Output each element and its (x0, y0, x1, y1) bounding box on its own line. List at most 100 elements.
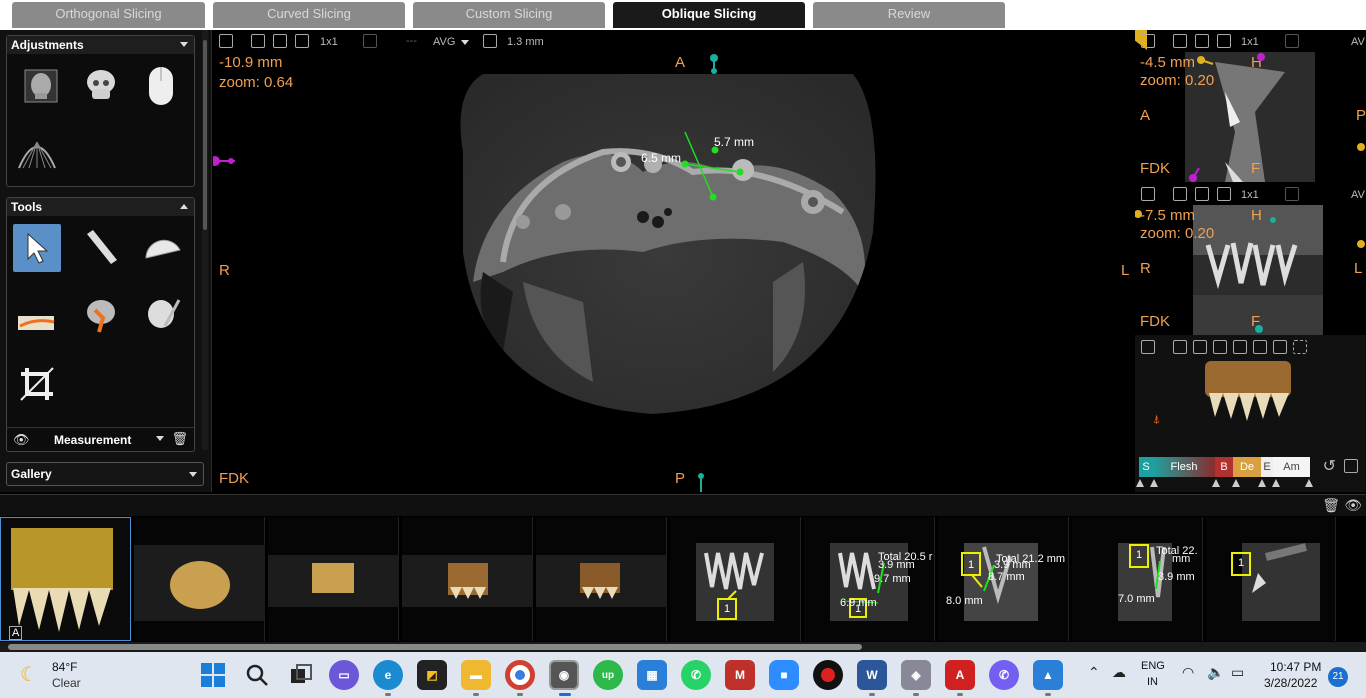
gallery-thumb[interactable] (402, 517, 533, 641)
eye-icon[interactable]: 👁 (13, 432, 30, 448)
gallery-thumb[interactable]: Total 21.2 mm 3.9 mm 8.7 mm 8.0 mm 1 (938, 517, 1069, 641)
region-label[interactable]: IN (1147, 676, 1158, 688)
word-icon[interactable]: W (857, 660, 887, 690)
dental-app-icon[interactable]: ◉ (549, 660, 579, 690)
clock-date[interactable]: 3/28/2022 (1264, 676, 1317, 690)
transfer-function-bar[interactable]: S Flesh B De E Am (1139, 457, 1310, 477)
chrome-icon[interactable] (505, 660, 535, 690)
gallery-scrollbar[interactable] (0, 642, 1366, 652)
airway-tool-icon[interactable] (77, 292, 125, 340)
angle-tool-icon[interactable] (139, 224, 187, 272)
view-select-icon[interactable] (1293, 340, 1307, 354)
store-icon[interactable]: ▦ (637, 660, 667, 690)
mendeley-icon[interactable]: M (725, 660, 755, 690)
upwork-icon[interactable]: up (593, 660, 623, 690)
view-back-icon[interactable] (1233, 340, 1247, 354)
gallery-thumb[interactable]: Total 22. mm 3.9 mm 7.0 mm 1 (1072, 517, 1203, 641)
gallery-thumb[interactable]: Total 20.5 r 3.9 mm 9.7 mm 6.9 mm 1 (804, 517, 935, 641)
left-panel-scrollbar[interactable] (202, 30, 208, 450)
gallery-thumb[interactable]: 1 (670, 517, 801, 641)
adjustments-header[interactable]: Adjustments (7, 36, 194, 54)
zoom-app-icon[interactable]: ■ (769, 660, 799, 690)
tab-review[interactable]: Review (813, 2, 1005, 28)
windows-start-icon[interactable] (198, 660, 228, 690)
dental-arch-icon[interactable] (13, 128, 61, 176)
gallery-dropdown[interactable]: Gallery (6, 462, 204, 486)
tf-enamel[interactable]: E (1261, 457, 1273, 477)
weather-temp[interactable]: 84°F (52, 660, 77, 674)
measurement-label-2[interactable]: 5.7 mm (714, 135, 754, 149)
wifi-icon[interactable]: ◠ (1182, 664, 1194, 681)
chat-icon[interactable]: ▭ (329, 660, 359, 690)
measurement-label[interactable]: Measurement (54, 433, 131, 447)
weather-desc[interactable]: Clear (52, 676, 81, 690)
tf-handles[interactable] (1135, 477, 1315, 489)
sagittal-view[interactable]: 1x1 AV -4.5 mm zoom: 0.20 A P H F FDK (1135, 30, 1366, 183)
gallery-thumb[interactable] (536, 517, 667, 641)
save-preset-icon[interactable] (1344, 459, 1358, 473)
volume-icon[interactable]: 🔈 (1207, 664, 1224, 681)
reset-icon[interactable]: ↺ (1323, 456, 1336, 476)
view-front-icon[interactable] (1213, 340, 1227, 354)
measurement-3: 8.0 mm (946, 595, 983, 607)
mouse-icon[interactable] (137, 62, 185, 110)
adjustments-panel: Adjustments (6, 35, 195, 187)
save-icon[interactable] (1141, 340, 1155, 354)
moon-weather-icon[interactable]: ☾ (20, 662, 38, 687)
main-view[interactable]: 1x1 --- AVG 1.3 mm -10.9 mm zoom: 0.64 A… (213, 30, 1133, 492)
language-label[interactable]: ENG (1141, 660, 1165, 672)
whatsapp-icon[interactable]: ✆ (681, 660, 711, 690)
measurement-2: 8.7 mm (988, 571, 1025, 583)
file-explorer-icon[interactable]: ▬ (461, 660, 491, 690)
battery-icon[interactable]: ▭ (1231, 664, 1244, 681)
implant-tool-icon[interactable] (139, 292, 187, 340)
ruler-tool-icon[interactable] (77, 224, 125, 272)
acrobat-icon[interactable]: A (945, 660, 975, 690)
adjustments-title: Adjustments (11, 38, 84, 52)
onedrive-icon[interactable]: ☁ (1112, 664, 1126, 681)
measurement-1: 3.9 mm (878, 559, 915, 571)
eye-icon[interactable]: 👁 (1344, 497, 1362, 514)
tab-orthogonal-slicing[interactable]: Orthogonal Slicing (12, 2, 205, 28)
tf-flesh[interactable]: Flesh (1153, 457, 1215, 477)
chevron-up-icon[interactable]: ⌃ (1088, 664, 1100, 681)
clock-time[interactable]: 10:47 PM (1270, 660, 1321, 674)
skull-2d-adjust-icon[interactable] (17, 62, 65, 110)
nerve-canal-tool-icon[interactable] (13, 292, 61, 340)
gallery-thumb[interactable] (268, 517, 399, 641)
tf-skin[interactable]: S (1139, 457, 1153, 477)
view-right-icon[interactable] (1273, 340, 1287, 354)
gallery-thumb[interactable] (134, 517, 265, 641)
tab-curved-slicing[interactable]: Curved Slicing (213, 2, 405, 28)
photos-icon[interactable]: ▲ (1033, 660, 1063, 690)
measurement-label-1[interactable]: 6.5 mm (641, 151, 681, 165)
gallery-thumb[interactable]: 1 (1206, 517, 1336, 641)
gallery-thumb[interactable]: A (0, 517, 131, 641)
edge-icon[interactable]: e (373, 660, 403, 690)
tf-amalgam[interactable]: Am (1273, 457, 1310, 477)
tf-bone[interactable]: B (1215, 457, 1233, 477)
chevron-down-icon[interactable] (156, 436, 164, 441)
pointer-tool-icon[interactable] (13, 224, 61, 272)
sticky-notes-icon[interactable]: ◩ (417, 660, 447, 690)
fullscreen-icon[interactable] (1173, 340, 1187, 354)
view-left-icon[interactable] (1253, 340, 1267, 354)
dental-app-2-icon[interactable]: ◈ (901, 660, 931, 690)
task-view-icon[interactable] (286, 660, 316, 690)
trash-icon[interactable]: 🗑 (171, 431, 188, 447)
tab-oblique-slicing[interactable]: Oblique Slicing (613, 2, 805, 28)
notification-badge[interactable]: 21 (1328, 667, 1348, 687)
search-icon[interactable] (242, 660, 272, 690)
record-icon[interactable] (813, 660, 843, 690)
coronal-view[interactable]: 1x1 AV -7.5 mm zoom: 0.20 R L H F FDK (1135, 183, 1366, 335)
skull-3d-adjust-icon[interactable] (77, 62, 125, 110)
trash-icon[interactable]: 🗑 (1322, 497, 1340, 514)
screenshot-icon[interactable] (1193, 340, 1207, 354)
tf-dentin[interactable]: De (1233, 457, 1261, 477)
thumb-box-label: 1 (968, 559, 975, 571)
tab-custom-slicing[interactable]: Custom Slicing (413, 2, 605, 28)
crop-tool-icon[interactable] (13, 360, 61, 408)
tools-header[interactable]: Tools (7, 198, 194, 216)
viber-icon[interactable]: ✆ (989, 660, 1019, 690)
marker-icon[interactable]: ⍋ (1153, 412, 1160, 427)
